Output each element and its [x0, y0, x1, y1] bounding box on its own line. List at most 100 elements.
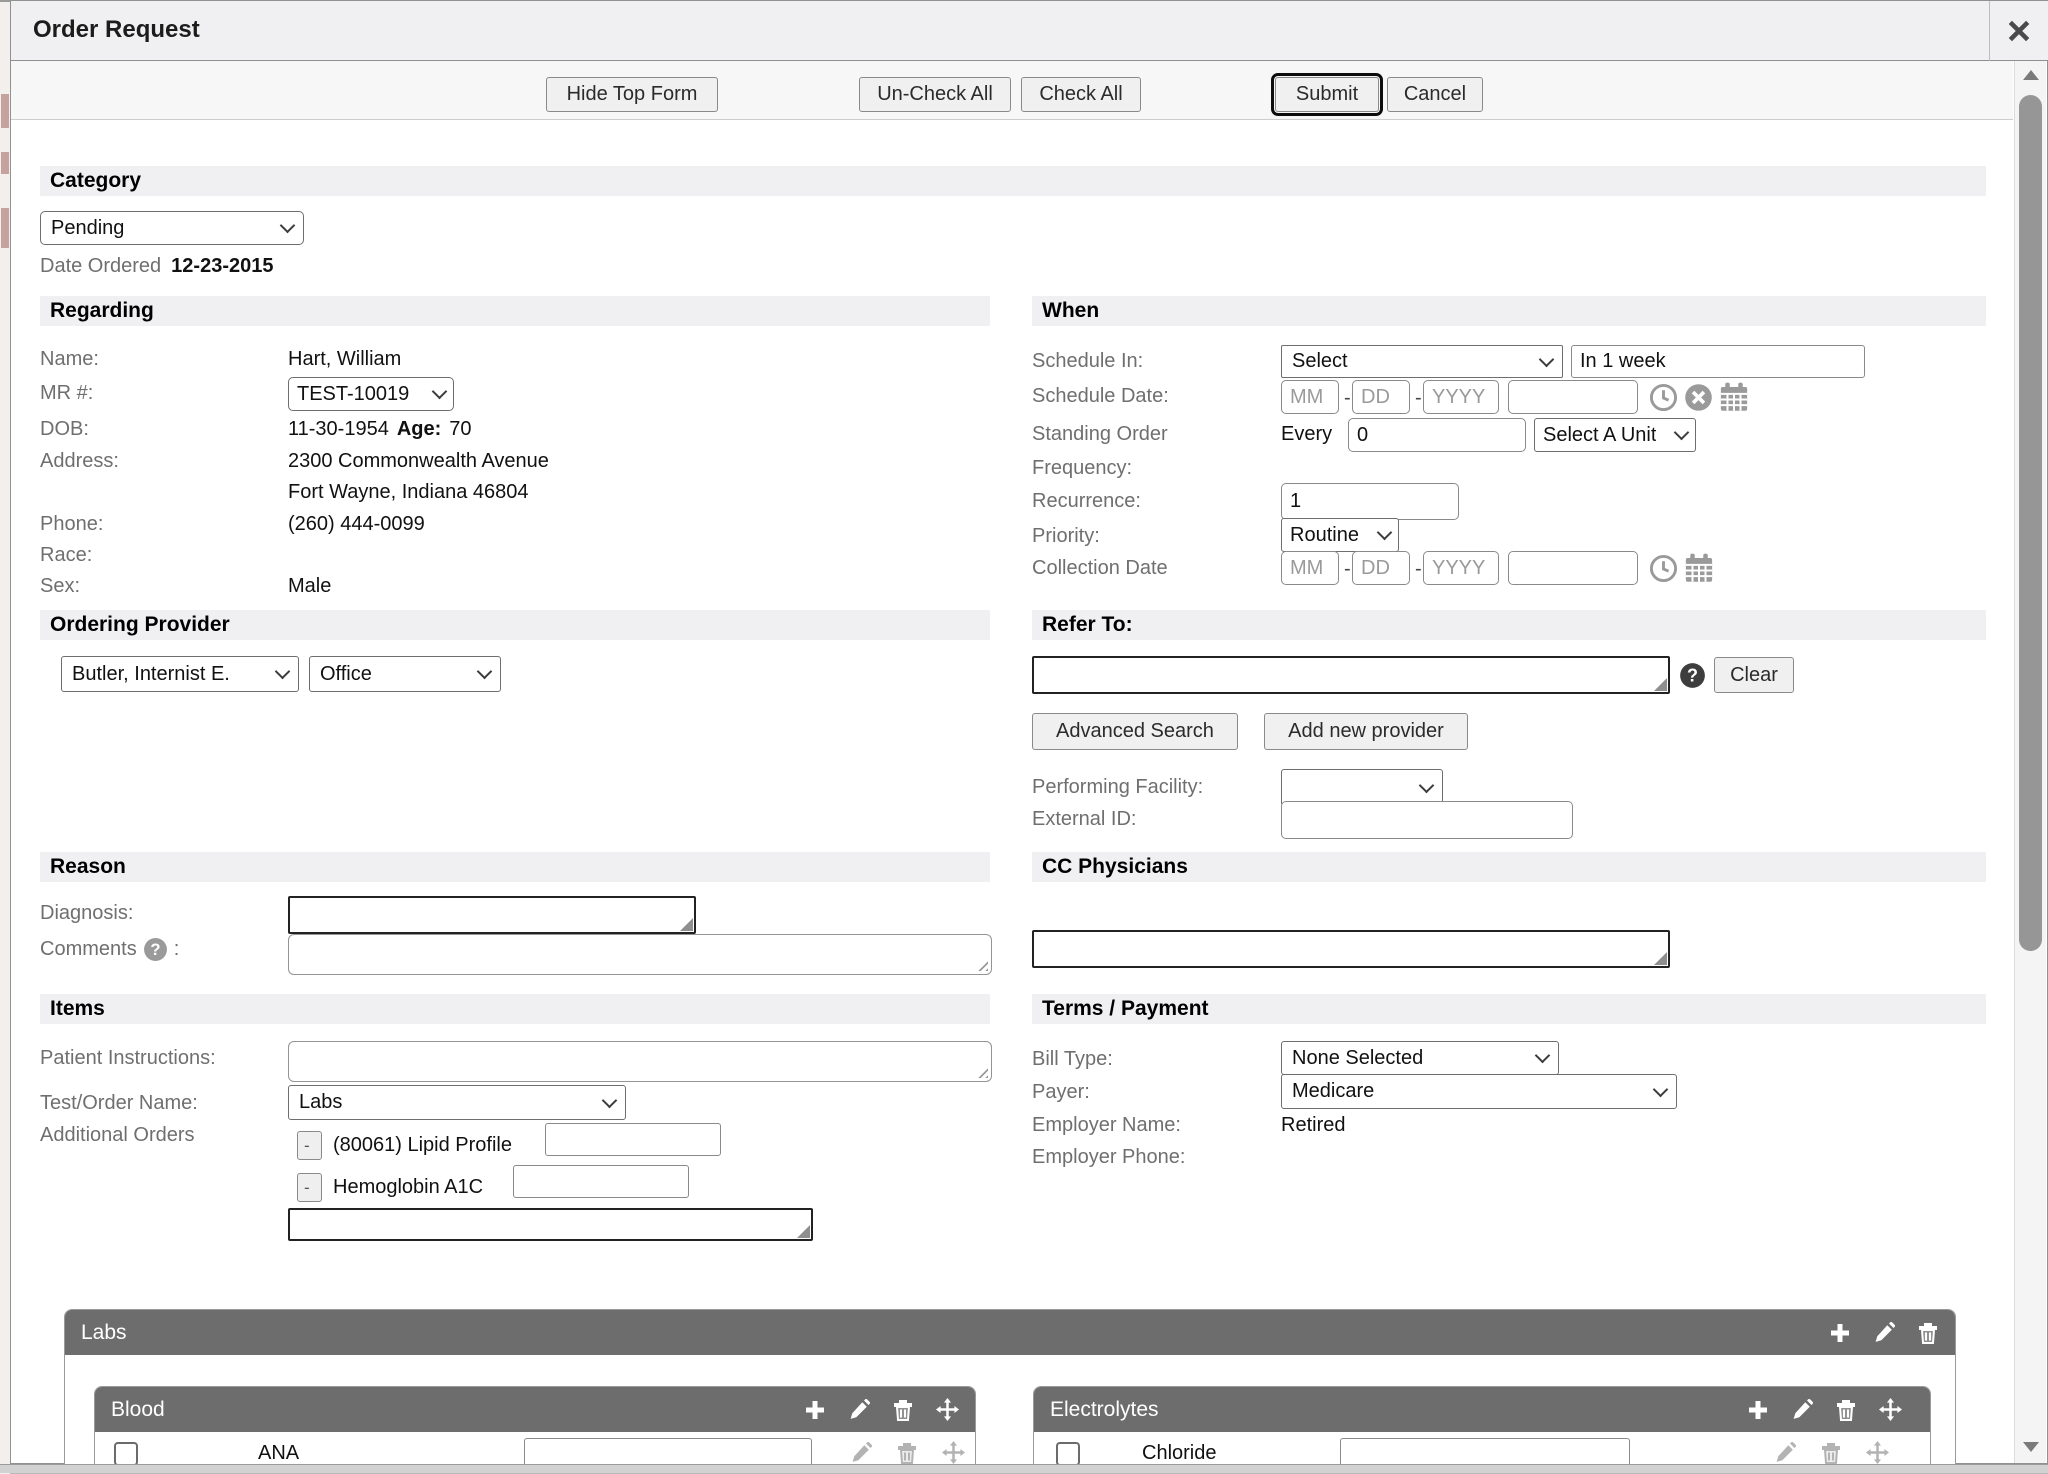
- terms-payment-section-header: Terms / Payment: [1032, 994, 1986, 1024]
- chevron-down-icon: [1419, 777, 1435, 793]
- recurrence-label: Recurrence:: [1032, 490, 1141, 513]
- close-button[interactable]: [1989, 1, 2047, 61]
- delete-trash-icon[interactable]: [1835, 1399, 1857, 1421]
- cc-physicians-input[interactable]: [1032, 930, 1670, 968]
- comments-textarea[interactable]: [288, 934, 992, 975]
- refer-to-input[interactable]: [1032, 656, 1670, 694]
- cancel-button[interactable]: Cancel: [1387, 77, 1483, 112]
- add-icon[interactable]: [1747, 1399, 1769, 1421]
- mr-number-select[interactable]: TEST-10019: [288, 377, 454, 411]
- edit-pencil-icon[interactable]: [850, 1442, 872, 1464]
- collection-date-mm-input[interactable]: [1281, 551, 1339, 585]
- triangle-down-icon: [2021, 1441, 2041, 1453]
- schedule-date-time-input[interactable]: [1508, 380, 1638, 414]
- scroll-up-button[interactable]: [2015, 61, 2047, 89]
- resize-grip-icon[interactable]: [976, 959, 988, 971]
- advanced-search-button[interactable]: Advanced Search: [1032, 713, 1238, 750]
- cc-physicians-section-header: CC Physicians: [1032, 852, 1986, 882]
- delete-trash-icon[interactable]: [1820, 1442, 1842, 1464]
- additional-orders-textarea[interactable]: [288, 1208, 813, 1241]
- order-name: (80061) Lipid Profile: [333, 1134, 512, 1157]
- schedule-date-mm-input[interactable]: [1281, 380, 1339, 414]
- category-select[interactable]: Pending: [40, 211, 304, 245]
- add-icon[interactable]: [804, 1399, 826, 1421]
- scroll-down-button[interactable]: [2015, 1433, 2047, 1461]
- diagnosis-input[interactable]: [288, 896, 696, 934]
- collection-date-dd-input[interactable]: [1352, 551, 1410, 585]
- lab-test-name: ANA: [258, 1442, 299, 1465]
- priority-select[interactable]: Routine: [1281, 518, 1399, 552]
- date-ordered-label: Date Ordered: [40, 255, 161, 278]
- collection-date-calendar-icon[interactable]: [1684, 553, 1714, 583]
- chevron-down-icon: [1539, 351, 1555, 367]
- scrollbar-thumb[interactable]: [2019, 95, 2042, 951]
- collection-date-yyyy-input[interactable]: [1423, 551, 1499, 585]
- move-icon[interactable]: [942, 1441, 965, 1464]
- move-icon[interactable]: [936, 1398, 959, 1421]
- schedule-date-clear-icon[interactable]: [1684, 383, 1713, 412]
- chevron-down-icon: [275, 664, 291, 680]
- hide-top-form-button[interactable]: Hide Top Form: [546, 77, 718, 112]
- resize-grip-icon[interactable]: [976, 1066, 988, 1078]
- edit-pencil-icon[interactable]: [848, 1399, 870, 1421]
- schedule-date-dd-input[interactable]: [1352, 380, 1410, 414]
- collection-date-clock-icon[interactable]: [1649, 554, 1678, 583]
- remove-order-button[interactable]: -: [297, 1173, 322, 1202]
- collection-date-time-input[interactable]: [1508, 551, 1638, 585]
- order-value-input[interactable]: [545, 1123, 721, 1156]
- clear-button[interactable]: Clear: [1714, 657, 1794, 693]
- diagnosis-label: Diagnosis:: [40, 902, 133, 925]
- lab-test-row: Chloride: [1034, 1432, 1930, 1465]
- edit-pencil-icon[interactable]: [1873, 1322, 1895, 1344]
- add-new-provider-button[interactable]: Add new provider: [1264, 713, 1468, 750]
- comments-help-icon[interactable]: [143, 937, 168, 962]
- lab-test-checkbox[interactable]: [114, 1442, 138, 1465]
- every-input[interactable]: [1348, 418, 1526, 452]
- additional-orders-label: Additional Orders: [40, 1124, 195, 1147]
- unit-select[interactable]: Select A Unit: [1534, 418, 1696, 452]
- lab-test-value-input[interactable]: [1340, 1438, 1630, 1465]
- external-id-input[interactable]: [1281, 801, 1573, 839]
- schedule-in-text-input[interactable]: [1571, 345, 1865, 378]
- lab-test-value-input[interactable]: [524, 1438, 812, 1465]
- mr-label: MR #:: [40, 382, 93, 405]
- move-icon[interactable]: [1879, 1398, 1902, 1421]
- vertical-scrollbar[interactable]: [2014, 61, 2046, 1463]
- delete-trash-icon[interactable]: [1917, 1322, 1939, 1344]
- order-value-input[interactable]: [513, 1165, 689, 1198]
- move-icon[interactable]: [1866, 1441, 1889, 1464]
- schedule-date-yyyy-input[interactable]: [1423, 380, 1499, 414]
- order-request-dialog-screen: Order Request Hide Top Form Un-Check All…: [0, 0, 2048, 1472]
- blood-group-header: Blood: [95, 1387, 975, 1432]
- submit-button[interactable]: Submit: [1275, 77, 1379, 112]
- remove-order-button[interactable]: -: [297, 1131, 322, 1160]
- schedule-in-select[interactable]: Select: [1281, 345, 1563, 378]
- edit-pencil-icon[interactable]: [1774, 1442, 1796, 1464]
- test-order-name-label: Test/Order Name:: [40, 1092, 198, 1115]
- edit-pencil-icon[interactable]: [1791, 1399, 1813, 1421]
- delete-trash-icon[interactable]: [892, 1399, 914, 1421]
- chevron-down-icon: [1377, 525, 1393, 541]
- delete-trash-icon[interactable]: [896, 1442, 918, 1464]
- patient-instructions-textarea[interactable]: [288, 1041, 992, 1082]
- payer-select[interactable]: Medicare: [1281, 1074, 1677, 1109]
- address-line2: Fort Wayne, Indiana 46804: [288, 481, 529, 504]
- check-all-button[interactable]: Check All: [1021, 77, 1141, 112]
- ordering-provider-section-header: Ordering Provider: [40, 610, 990, 640]
- recurrence-input[interactable]: [1281, 483, 1459, 520]
- ordering-provider-select[interactable]: Butler, Internist E.: [61, 656, 299, 692]
- schedule-date-clock-icon[interactable]: [1649, 383, 1678, 412]
- uncheck-all-button[interactable]: Un-Check All: [859, 77, 1011, 112]
- close-icon: [2006, 18, 2032, 44]
- lab-test-checkbox[interactable]: [1056, 1442, 1080, 1465]
- bill-type-select[interactable]: None Selected: [1281, 1041, 1559, 1075]
- performing-facility-label: Performing Facility:: [1032, 776, 1203, 799]
- refer-to-help-icon[interactable]: [1679, 662, 1706, 689]
- provider-location-select[interactable]: Office: [309, 656, 501, 692]
- employer-phone-label: Employer Phone:: [1032, 1146, 1185, 1169]
- test-order-name-select[interactable]: Labs: [288, 1085, 626, 1120]
- schedule-date-calendar-icon[interactable]: [1719, 382, 1749, 412]
- when-section-header: When: [1032, 296, 1986, 326]
- background-page-edge: [0, 0, 10, 1474]
- add-icon[interactable]: [1829, 1322, 1851, 1344]
